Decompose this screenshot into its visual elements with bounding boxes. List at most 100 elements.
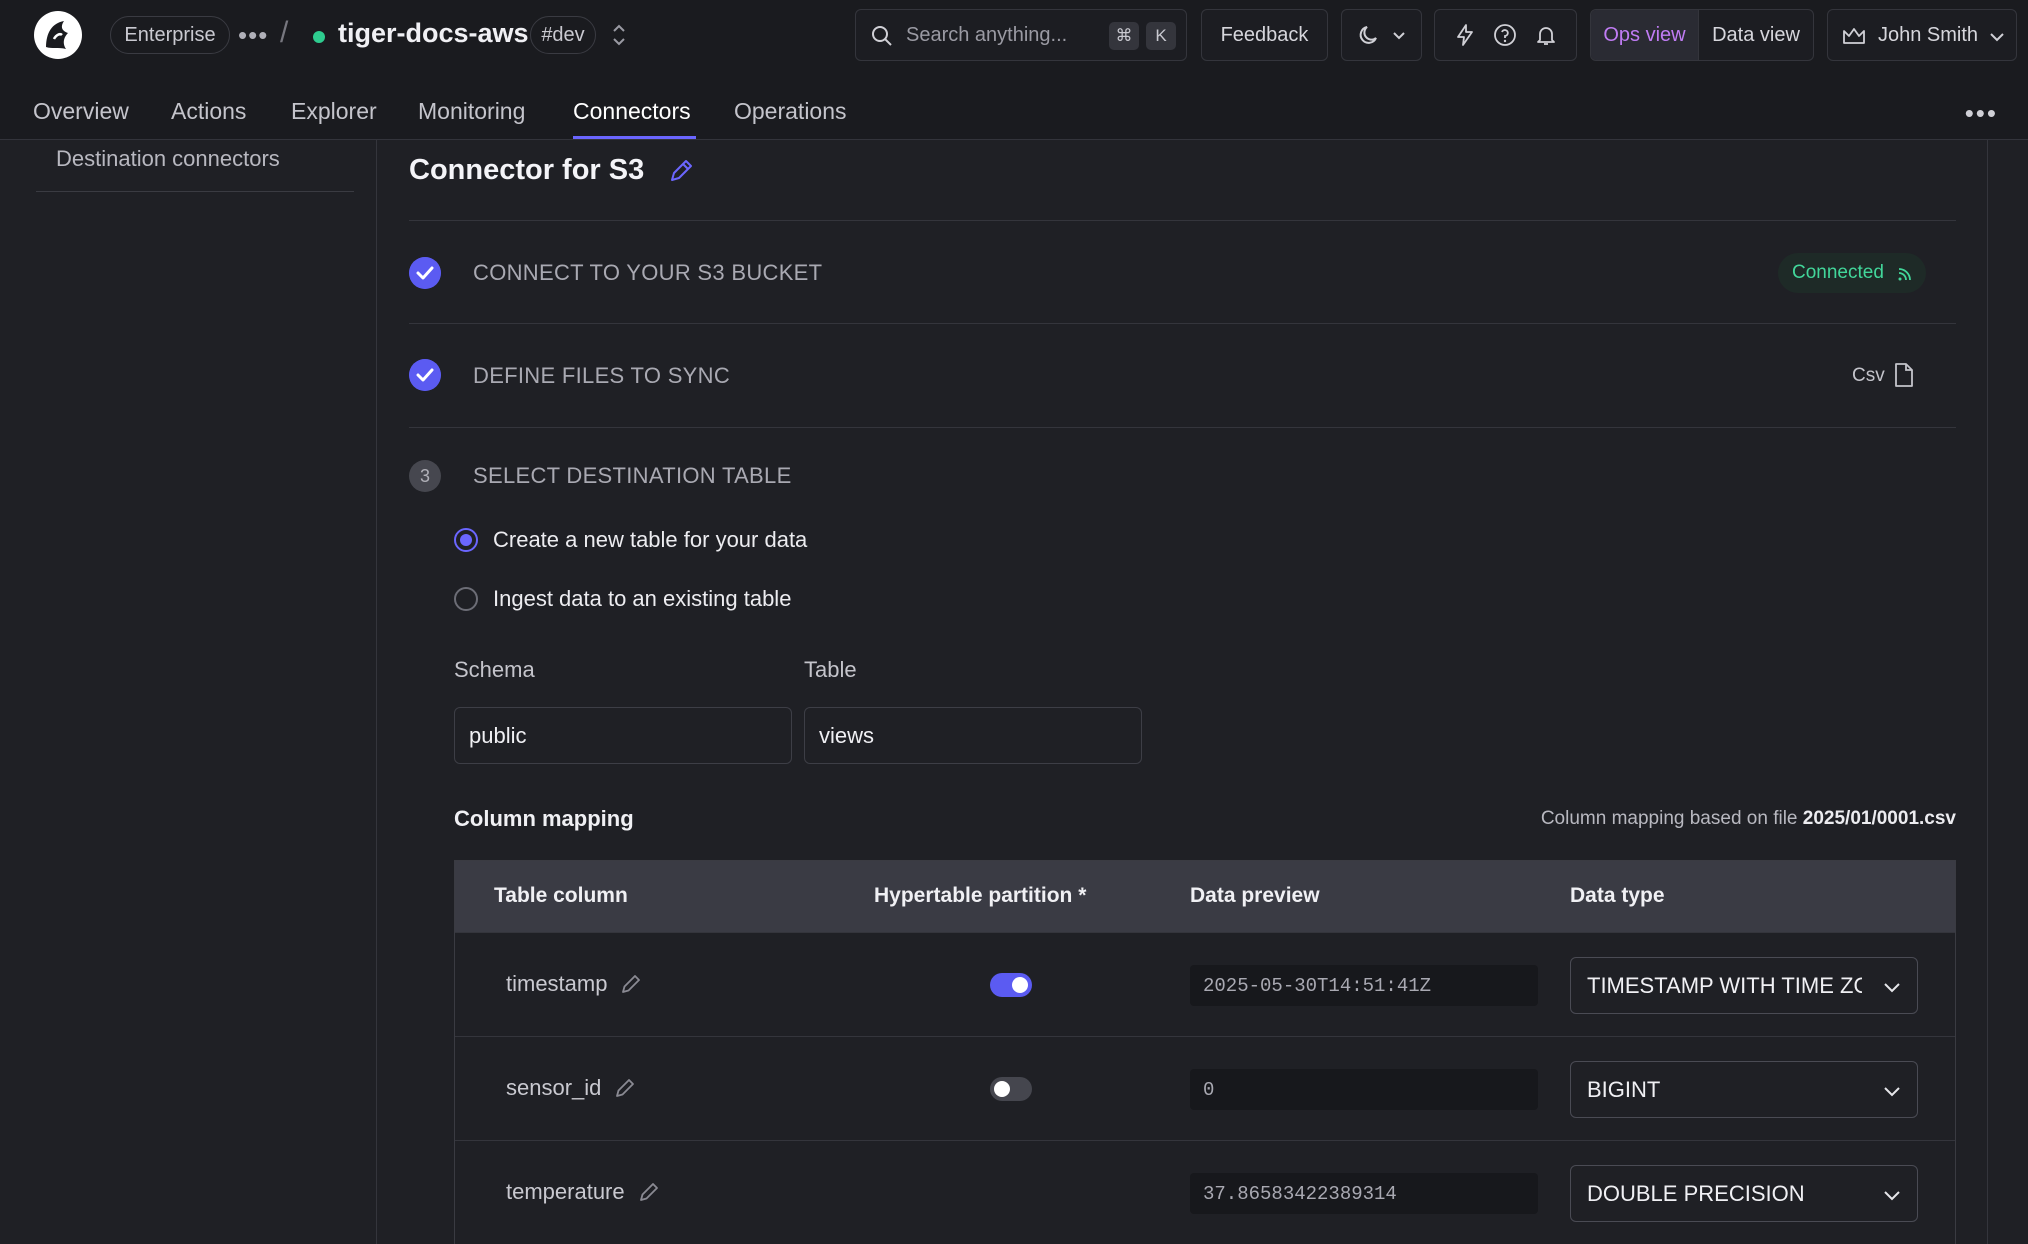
step-define-files[interactable]: DEFINE FILES TO SYNC [473,363,730,389]
header-table-column: Table column [494,884,628,907]
step-complete-check-icon [409,359,441,391]
data-type-select[interactable]: DOUBLE PRECISION [1570,1165,1918,1222]
note-file-name: 2025/01/0001.csv [1802,808,1956,829]
table-row: timestamp 2025-05-30T14:51:41Z TIMESTAMP… [455,932,1955,1036]
radio-selected[interactable] [454,528,478,552]
step-select-destination[interactable]: SELECT DESTINATION TABLE [473,463,792,489]
option-create-new-table[interactable]: Create a new table for your data [454,527,807,553]
tab-explorer[interactable]: Explorer [291,98,377,125]
tab-overview[interactable]: Overview [33,98,129,125]
bell-icon[interactable] [1534,23,1558,47]
column-mapping-title: Column mapping [454,806,634,831]
panel-border [1987,140,1988,1244]
column-mapping-note: Column mapping based on file 2025/01/000… [1541,808,1956,830]
edit-title-icon[interactable] [667,157,695,185]
user-menu-button[interactable]: John Smith [1827,9,2017,61]
divider [409,220,1956,221]
help-icon[interactable] [1492,22,1518,48]
table-row: sensor_id 0 BIGINT [455,1036,1955,1140]
step-number-badge: 3 [409,460,441,492]
column-name: timestamp [506,971,608,996]
ops-view-button[interactable]: Ops view [1591,10,1699,60]
chevron-down-icon [1884,983,1900,993]
schema-input[interactable] [454,707,792,764]
lightning-icon[interactable] [1453,23,1477,47]
search-icon [872,26,892,46]
note-prefix: Column mapping based on file [1540,808,1798,829]
chevron-down-icon [1990,33,2004,42]
connected-status-badge: Connected [1778,253,1926,293]
env-tag[interactable]: #dev [530,16,596,54]
data-view-button[interactable]: Data view [1699,10,1813,60]
toggle-knob [994,1081,1010,1097]
connected-label: Connected [1792,262,1884,283]
sidebar-item-destination-connectors[interactable]: Destination connectors [36,140,354,192]
user-name: John Smith [1878,23,1979,46]
column-name-cell: temperature [506,1179,661,1205]
tab-actions[interactable]: Actions [171,98,246,125]
column-name-cell: timestamp [506,971,643,997]
table-row: temperature 37.86583422389314 DOUBLE PRE… [455,1140,1955,1244]
signal-icon [1898,268,1911,281]
data-preview: 37.86583422389314 [1190,1173,1538,1214]
toggle-knob [1012,977,1028,993]
tab-monitoring[interactable]: Monitoring [418,98,525,125]
shortcut-key-cmd: ⌘ [1109,22,1139,50]
tiger-logo-icon[interactable] [32,9,84,61]
step-connect-bucket[interactable]: CONNECT TO YOUR S3 BUCKET [473,260,822,286]
header-hypertable-partition: Hypertable partition * [874,884,1087,907]
search-placeholder: Search anything... [906,24,1068,46]
data-type-value: DOUBLE PRECISION [1587,1181,1805,1206]
tab-operations[interactable]: Operations [734,98,847,125]
edit-column-icon[interactable] [619,972,643,996]
schema-label: Schema [454,657,535,682]
table-input[interactable] [804,707,1142,764]
top-bar: Enterprise ••• / tiger-docs-aws #dev Sea… [0,0,2028,70]
breadcrumb-separator: / [280,16,289,49]
option-label: Ingest data to an existing table [493,586,792,611]
table-header: Table column Hypertable partition * Data… [455,861,1955,932]
option-label: Create a new table for your data [493,527,808,552]
column-name-cell: sensor_id [506,1075,637,1101]
data-preview: 2025-05-30T14:51:41Z [1190,965,1538,1006]
moon-icon [1359,26,1377,44]
radio-unselected[interactable] [454,587,478,611]
column-name: sensor_id [506,1075,602,1100]
more-menu-icon[interactable]: ••• [1965,98,1998,129]
column-mapping-table: Table column Hypertable partition * Data… [454,860,1956,1244]
chevron-down-icon [1884,1191,1900,1201]
view-toggle: Ops view Data view [1590,9,1814,61]
page-title: Connector for S3 [409,154,645,186]
main-tabs: Overview Actions Explorer Monitoring Con… [0,70,2028,140]
step-complete-check-icon [409,257,441,289]
more-breadcrumb-icon[interactable]: ••• [238,20,268,51]
switch-service-icon[interactable] [610,22,628,48]
data-type-select[interactable]: BIGINT [1570,1061,1918,1118]
data-type-value: TIMESTAMP WITH TIME ZONE [1587,973,1862,998]
table-label: Table [804,657,857,682]
active-tab-indicator [573,136,696,139]
plan-badge[interactable]: Enterprise [110,16,230,54]
tab-connectors[interactable]: Connectors [573,98,691,125]
data-preview: 0 [1190,1069,1538,1110]
chevron-down-icon [1392,32,1405,40]
service-name[interactable]: tiger-docs-aws [338,18,529,49]
partition-toggle[interactable] [990,1077,1032,1101]
search-box[interactable]: Search anything... ⌘ K [855,9,1187,61]
edit-column-icon[interactable] [637,1180,661,1204]
data-type-value: BIGINT [1587,1077,1661,1102]
column-name: temperature [506,1179,625,1204]
shortcut-key-k: K [1146,22,1176,50]
divider [409,323,1956,324]
option-existing-table[interactable]: Ingest data to an existing table [454,586,791,612]
quick-actions-group [1434,9,1577,61]
partition-toggle[interactable] [990,973,1032,997]
service-status-indicator [313,31,325,43]
feedback-button[interactable]: Feedback [1201,9,1328,61]
file-icon [1895,363,1913,387]
theme-toggle-button[interactable] [1341,9,1422,61]
header-data-type: Data type [1570,884,1665,907]
data-type-select[interactable]: TIMESTAMP WITH TIME ZONE [1570,957,1918,1014]
divider [409,427,1956,428]
edit-column-icon[interactable] [613,1076,637,1100]
